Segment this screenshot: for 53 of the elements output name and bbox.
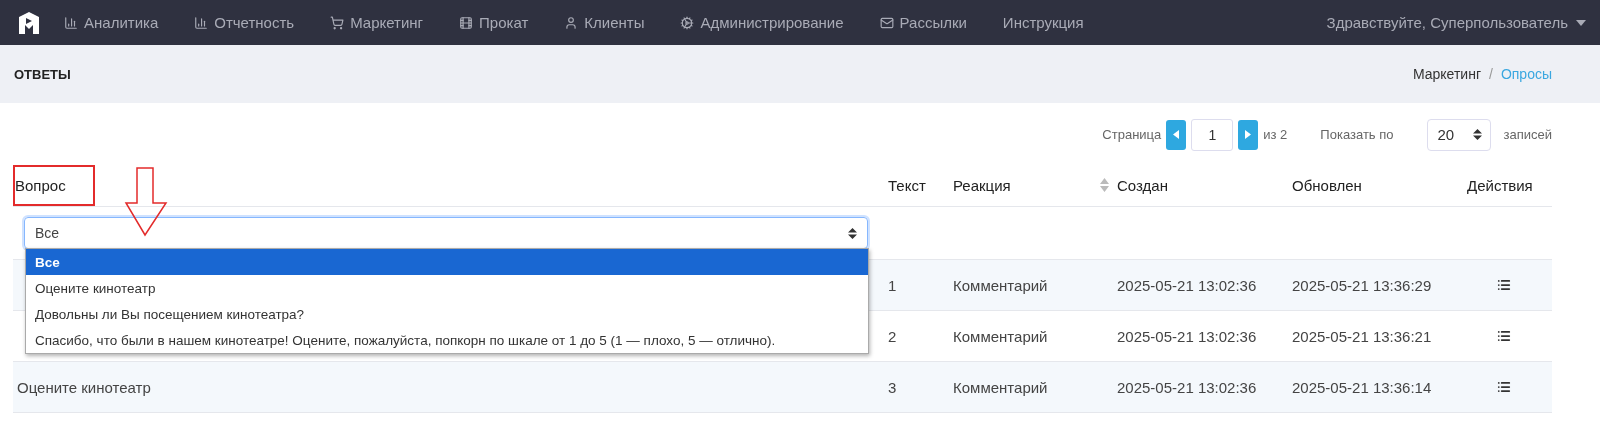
table-cell-text: 1 [888, 276, 898, 294]
sort-caret-icon [848, 227, 857, 239]
records-label: записей [1503, 127, 1552, 142]
page-count: из 2 [1263, 127, 1288, 142]
column-header: Действия [1467, 176, 1534, 194]
list-icon[interactable] [1496, 278, 1511, 292]
caret-icon [1576, 19, 1586, 26]
breadcrumb-item: Маркетинг [1412, 66, 1481, 82]
page-label: Страница [1102, 127, 1162, 142]
left-caret-icon [1173, 130, 1180, 139]
column-header: Реакция [953, 176, 1117, 194]
list-icon[interactable] [1496, 329, 1511, 343]
breadcrumb-separator: / [1489, 66, 1493, 82]
table-cell-text: 2 [888, 327, 898, 345]
nav-link[interactable]: Инструкция [1002, 14, 1084, 31]
table-cell-text: Комментарий [953, 276, 1049, 294]
table-cell-text: Комментарий [953, 327, 1049, 345]
nav-link[interactable]: Аналитика [64, 14, 159, 31]
table-cell-text: 2025-05-21 13:36:29 [1292, 276, 1433, 294]
column-header: Обновлен [1292, 176, 1363, 194]
table-cell-text: 2025-05-21 13:02:36 [1117, 327, 1258, 345]
table-cell-text: 2025-05-21 13:02:36 [1117, 378, 1258, 396]
column-header: Текст [888, 176, 927, 194]
dropdown-option[interactable]: Спасибо, что были в нашем кинотеатре! Оцените, пожалуйста, попкорн по шкале от 1 до 5 (1 — плохо, 5 — отлично). [26, 327, 868, 353]
logo-icon[interactable] [18, 10, 40, 35]
right-caret-icon [1245, 130, 1252, 139]
dropdown-option[interactable]: Довольны ли Вы посещением кинотеатра? [26, 301, 868, 327]
table-cell-text: 2025-05-21 13:02:36 [1117, 276, 1258, 294]
column-header: Вопрос [14, 176, 67, 194]
nav-link[interactable]: Администрирование [680, 14, 844, 31]
nav-link[interactable]: Маркетинг [330, 14, 424, 31]
page-title: ОТВЕТЫ [14, 66, 71, 82]
page-input[interactable]: 1 [1191, 118, 1234, 151]
nav-link[interactable]: Рассылки [879, 14, 967, 31]
table-cell-text: Комментарий [953, 378, 1049, 396]
prev-page-button[interactable] [1166, 119, 1187, 150]
nav-link[interactable]: Прокат [459, 14, 529, 31]
question-filter-select[interactable]: Все [24, 217, 868, 249]
per-page-select[interactable]: 20 [1426, 118, 1491, 151]
dropdown-option[interactable]: Оцените кинотеатр [26, 275, 868, 301]
table-cell-text: Оцените кинотеатр [16, 378, 152, 396]
user-menu[interactable]: Здравствуйте, Суперпользователь [1326, 14, 1586, 31]
nav-link[interactable]: Отчетность [194, 14, 295, 31]
sort-caret-icon [1472, 129, 1482, 140]
table-cell-text: 2025-05-21 13:36:14 [1292, 378, 1433, 396]
table-cell-text: 2025-05-21 13:36:21 [1292, 327, 1433, 345]
next-page-button[interactable] [1238, 119, 1259, 150]
dropdown-option[interactable]: Все [26, 249, 868, 275]
column-header: Создан [1117, 176, 1169, 194]
table-cell-text: 3 [888, 378, 898, 396]
show-label: Показать по [1320, 127, 1394, 142]
nav-link[interactable]: Клиенты [564, 14, 645, 31]
list-icon[interactable] [1496, 380, 1511, 394]
